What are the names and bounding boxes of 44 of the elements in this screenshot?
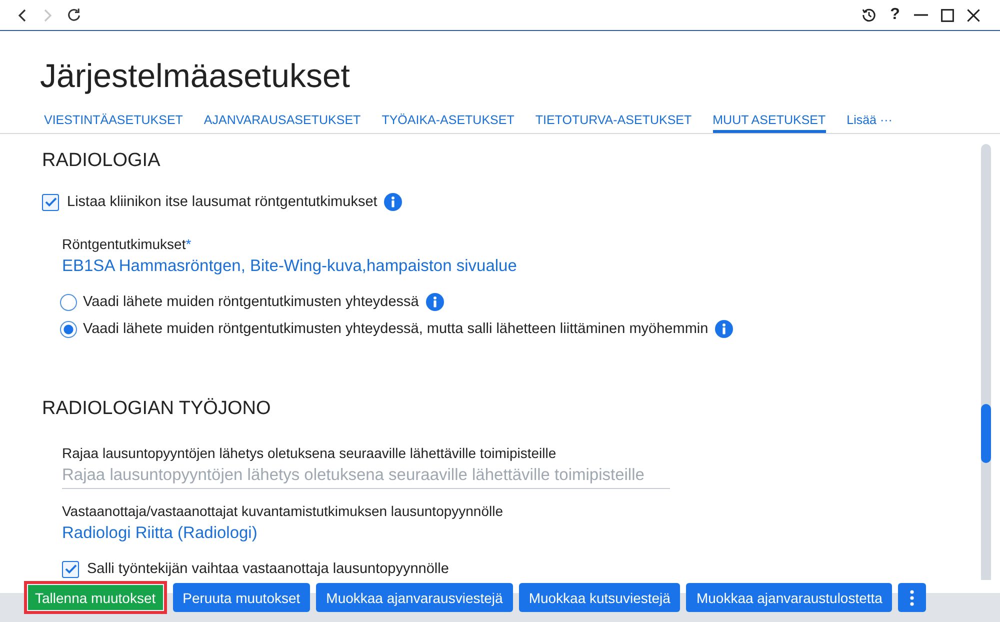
info-icon[interactable]: [715, 320, 734, 338]
checkmark-icon: [44, 197, 56, 207]
field-label: Röntgentutkimukset*: [62, 235, 192, 254]
tab[interactable]: MUUT ASETUKSET: [712, 110, 826, 133]
action-button[interactable]: Muokkaa ajanvarausviestejä: [316, 583, 513, 612]
section-heading: RADIOLOGIA: [42, 149, 162, 173]
scrollbar[interactable]: [981, 144, 991, 580]
more-icon: [910, 590, 914, 606]
input-field[interactable]: Rajaa lausuntopyyntöjen lähetys oletuksena seuraaville lähettäville toimipisteille: [62, 463, 670, 489]
checkmark-icon: [64, 564, 76, 574]
radio-button[interactable]: [60, 294, 77, 310]
tab[interactable]: Lisää ···: [846, 110, 892, 133]
action-button[interactable]: Muokkaa kutsuviestejä: [518, 583, 680, 612]
checkbox[interactable]: [62, 560, 79, 578]
checkbox-label: Salli työntekijän vaihtaa vastaanottaja lausuntopyynnölle: [87, 561, 449, 577]
action-button[interactable]: Muokkaa ajanvaraustulostetta: [686, 583, 892, 612]
refresh-icon: [67, 8, 81, 22]
chevron-left-icon: [18, 8, 26, 22]
info-icon[interactable]: [384, 193, 402, 211]
action-button[interactable]: Peruuta muutokset: [172, 583, 310, 612]
tab[interactable]: AJANVARAUSASETUKSET: [204, 110, 361, 133]
field-label: Vastaanottaja/vastaanottajat kuvantamistutkimuksen lausuntopyynnölle: [62, 502, 504, 521]
radio-button[interactable]: [60, 320, 77, 338]
field-label: Rajaa lausuntopyyntöjen lähetys oletuksena seuraaville lähettäville toimipisteille: [62, 444, 558, 463]
save-button[interactable]: Tallenna muutokset: [24, 581, 167, 614]
chevron-right-icon: [44, 8, 52, 22]
more-button[interactable]: [898, 583, 926, 612]
field-value[interactable]: Radiologi Riitta (Radiologi): [62, 524, 258, 542]
close-icon: [966, 8, 980, 22]
checkbox[interactable]: [42, 194, 59, 210]
checkbox-label: Listaa kliinikon itse lausumat röntgentutkimukset: [67, 194, 378, 210]
field-value[interactable]: EB1SA Hammasröntgen, Bite-Wing-kuva,hampaiston sivualue: [62, 257, 517, 275]
tab[interactable]: TYÖAIKA-ASETUKSET: [382, 110, 514, 133]
help-button[interactable]: ?: [882, 4, 908, 26]
maximize-icon: [940, 8, 954, 22]
tab[interactable]: TIETOTURVA-ASETUKSET: [535, 110, 692, 133]
radio-label: Vaadi lähete muiden röntgentutkimusten yhteydessä: [83, 294, 419, 310]
page-title: Järjestelmäasetukset: [40, 56, 351, 96]
info-icon[interactable]: [426, 293, 444, 311]
history-icon: [862, 8, 876, 22]
minimize-icon: [914, 14, 928, 16]
section-heading: RADIOLOGIAN TYÖJONO: [42, 397, 272, 421]
tab[interactable]: VIESTINTÄASETUKSET: [44, 110, 183, 133]
radio-label: Vaadi lähete muiden röntgentutkimusten yhteydessä, mutta salli lähetteen liittäminen myöhemmin: [83, 321, 708, 337]
